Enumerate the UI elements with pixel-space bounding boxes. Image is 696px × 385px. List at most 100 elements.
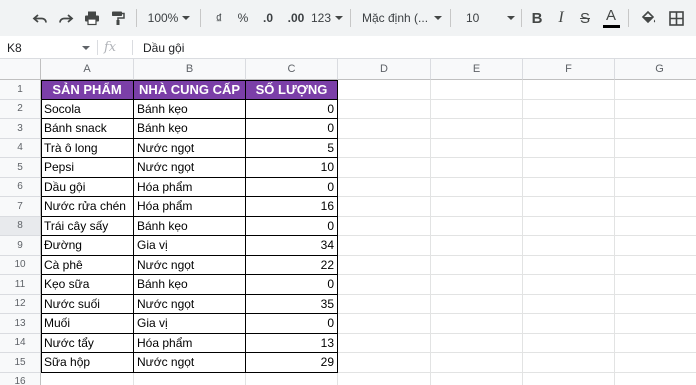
column-header-c[interactable]: C xyxy=(246,59,338,80)
cell-b2[interactable]: Bánh kẹo xyxy=(134,99,246,119)
cell-d14[interactable] xyxy=(338,333,431,353)
cell-a8[interactable]: Trái cây sấy xyxy=(41,216,134,236)
cell-g9[interactable] xyxy=(615,236,696,256)
column-header-a[interactable]: A xyxy=(41,59,134,80)
cell-c3[interactable]: 0 xyxy=(246,119,338,139)
cell-c15[interactable]: 29 xyxy=(246,353,338,373)
cell-e4[interactable] xyxy=(431,138,523,158)
cell-a3[interactable]: Bánh snack xyxy=(41,119,134,139)
column-header-g[interactable]: G xyxy=(615,59,696,80)
cell-b3[interactable]: Bánh kẹo xyxy=(134,119,246,139)
cell-e3[interactable] xyxy=(431,119,523,139)
cell-d5[interactable] xyxy=(338,158,431,178)
cell-f4[interactable] xyxy=(523,138,615,158)
cell-b8[interactable]: Bánh kẹo xyxy=(134,216,246,236)
row-header-11[interactable]: 11 xyxy=(0,275,41,295)
row-header-10[interactable]: 10 xyxy=(0,255,41,275)
cell-e9[interactable] xyxy=(431,236,523,256)
row-header-1[interactable]: 1 xyxy=(0,80,41,100)
cell-c7[interactable]: 16 xyxy=(246,197,338,217)
cell-a12[interactable]: Nước suối xyxy=(41,294,134,314)
cell-e7[interactable] xyxy=(431,197,523,217)
cell-e12[interactable] xyxy=(431,294,523,314)
cell-a4[interactable]: Trà ô long xyxy=(41,138,134,158)
cell-c13[interactable]: 0 xyxy=(246,314,338,334)
cell-b11[interactable]: Bánh kẹo xyxy=(134,275,246,295)
cell-f8[interactable] xyxy=(523,216,615,236)
cell-e16[interactable] xyxy=(431,372,523,385)
cell-g8[interactable] xyxy=(615,217,696,236)
cell-a10[interactable]: Cà phê xyxy=(41,255,134,275)
cell-d6[interactable] xyxy=(338,177,431,197)
cell-a11[interactable]: Kẹo sữa xyxy=(41,275,134,295)
italic-button[interactable]: I xyxy=(550,0,572,36)
column-header-b[interactable]: B xyxy=(134,59,246,80)
cell-e1[interactable] xyxy=(431,80,523,100)
cell-b7[interactable]: Hóa phẩm xyxy=(134,197,246,217)
cell-c8[interactable]: 0 xyxy=(246,216,338,236)
cell-f7[interactable] xyxy=(523,197,615,217)
cell-e15[interactable] xyxy=(431,353,523,373)
cell-a6[interactable]: Dầu gội xyxy=(41,177,134,197)
cell-d12[interactable] xyxy=(338,294,431,314)
cell-f6[interactable] xyxy=(523,177,615,197)
cell-c5[interactable]: 10 xyxy=(246,158,338,178)
cell-f5[interactable] xyxy=(523,158,615,178)
row-header-6[interactable]: 6 xyxy=(0,177,41,197)
column-header-d[interactable]: D xyxy=(338,59,431,80)
row-header-5[interactable]: 5 xyxy=(0,158,41,178)
cell-g11[interactable] xyxy=(615,275,696,295)
cell-c14[interactable]: 13 xyxy=(246,333,338,353)
column-header-e[interactable]: E xyxy=(431,59,523,80)
cell-g5[interactable] xyxy=(615,158,696,178)
column-header-f[interactable]: F xyxy=(523,59,615,80)
undo-button[interactable] xyxy=(28,0,52,36)
cell-g13[interactable] xyxy=(615,314,696,334)
cell-a9[interactable]: Đường xyxy=(41,236,134,256)
cell-f1[interactable] xyxy=(523,80,615,100)
cell-e14[interactable] xyxy=(431,333,523,353)
cell-a15[interactable]: Sữa hộp xyxy=(41,353,134,373)
row-header-9[interactable]: 9 xyxy=(0,236,41,256)
cell-b16[interactable] xyxy=(134,372,246,385)
more-formats-select[interactable]: 123 xyxy=(311,0,344,36)
cell-d2[interactable] xyxy=(338,99,431,119)
cell-a14[interactable]: Nước tẩy xyxy=(41,333,134,353)
cell-a13[interactable]: Muối xyxy=(41,314,134,334)
name-box[interactable]: K8 xyxy=(0,36,96,59)
cell-d9[interactable] xyxy=(338,236,431,256)
print-button[interactable] xyxy=(80,0,104,36)
currency-format-button[interactable]: ₫ xyxy=(208,0,230,36)
font-family-select[interactable]: Mặc định (... xyxy=(358,0,444,36)
cell-g2[interactable] xyxy=(615,100,696,119)
cell-d15[interactable] xyxy=(338,353,431,373)
cell-d11[interactable] xyxy=(338,275,431,295)
row-header-4[interactable]: 4 xyxy=(0,138,41,158)
fill-color-button[interactable] xyxy=(636,0,660,36)
cell-g10[interactable] xyxy=(615,256,696,275)
cell-a1[interactable]: SẢN PHẨM xyxy=(41,80,134,100)
cell-c10[interactable]: 22 xyxy=(246,255,338,275)
cell-a7[interactable]: Nước rửa chén xyxy=(41,197,134,217)
cell-f14[interactable] xyxy=(523,333,615,353)
row-header-15[interactable]: 15 xyxy=(0,353,41,373)
cell-c4[interactable]: 5 xyxy=(246,138,338,158)
cell-f13[interactable] xyxy=(523,314,615,334)
row-header-12[interactable]: 12 xyxy=(0,294,41,314)
cell-e2[interactable] xyxy=(431,99,523,119)
cell-a2[interactable]: Socola xyxy=(41,99,134,119)
cell-f16[interactable] xyxy=(523,372,615,385)
cell-f3[interactable] xyxy=(523,119,615,139)
cell-f10[interactable] xyxy=(523,255,615,275)
decrease-decimal-button[interactable]: .0 xyxy=(256,0,280,36)
cell-g4[interactable] xyxy=(615,139,696,158)
row-header-14[interactable]: 14 xyxy=(0,333,41,353)
increase-decimal-button[interactable]: .00 xyxy=(282,0,310,36)
cell-e10[interactable] xyxy=(431,255,523,275)
cell-c2[interactable]: 0 xyxy=(246,99,338,119)
cell-e8[interactable] xyxy=(431,216,523,236)
strikethrough-button[interactable]: S xyxy=(574,0,596,36)
cell-b12[interactable]: Nước ngọt xyxy=(134,294,246,314)
cell-d8[interactable] xyxy=(338,216,431,236)
cell-g16[interactable] xyxy=(615,373,696,385)
